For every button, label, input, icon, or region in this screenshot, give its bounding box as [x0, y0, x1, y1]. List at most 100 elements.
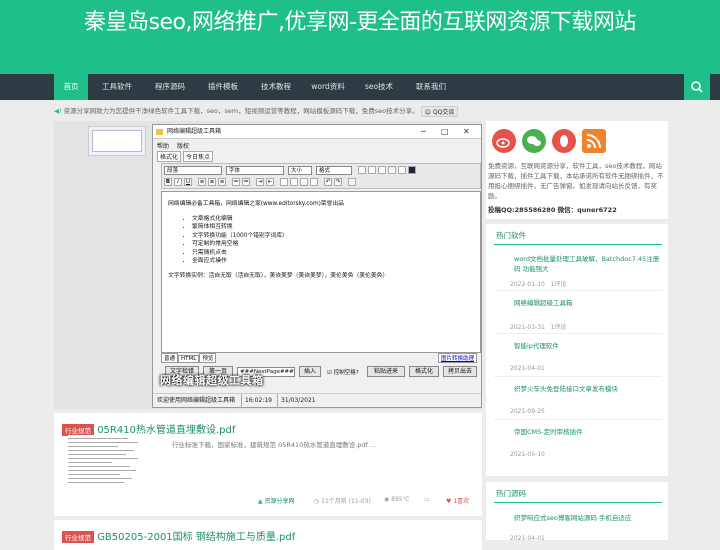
window-tabs: 格式化 今日焦点	[157, 151, 215, 162]
toolbar-icon	[388, 166, 396, 174]
insert-button: 插入	[299, 366, 321, 377]
notice-text: 资源分享网致力为您提供干净绿色软件工具下载，seo，sem，短视频运营等教程，网…	[63, 107, 419, 115]
post-author[interactable]: ▲ 资源分享网	[258, 496, 295, 505]
nav-word[interactable]: word资料	[304, 74, 352, 100]
wechat-icon[interactable]	[522, 129, 546, 153]
mode-html: HTML	[178, 355, 200, 363]
hot-software-link[interactable]: 织梦火车头免登陆接口文章发布模块	[514, 383, 618, 393]
editor-list-item: 只需随机点击	[192, 249, 474, 258]
hot-source-date: 2021-04-01	[510, 535, 545, 542]
nav-tools[interactable]: 工具软件	[92, 74, 142, 100]
format-select: 格式	[316, 166, 352, 175]
hot-software-date: 2021-04-01	[510, 365, 545, 372]
toolbar-icon	[300, 178, 308, 186]
nav-source[interactable]: 程序源码	[145, 74, 195, 100]
paragraph-select: 段落	[164, 166, 222, 175]
post-card: 行业规范 GB50205-2001国标 钢结构施工与质量.pdf	[54, 520, 482, 550]
site-title[interactable]: 秦皇岛seo,网络推广,优享网-更全面的互联网资源下载网站	[40, 10, 680, 36]
mode-preview: 预览	[199, 353, 217, 363]
hot-source-link[interactable]: 织梦响应式seo博客网站源码 手机自适应	[514, 512, 631, 522]
editor-list-item: 文章格式化编辑	[192, 215, 474, 224]
toolbar-icon	[358, 166, 366, 174]
nav-plugins[interactable]: 插件模板	[198, 74, 248, 100]
hot-software-date-text: 2022-01-10	[510, 281, 545, 288]
post-thumbnail[interactable]	[68, 435, 142, 495]
toolbar-icon	[290, 178, 298, 186]
post-title-text[interactable]: GB50205-2001国标 钢结构施工与质量.pdf	[97, 532, 295, 543]
align-icon: ≡	[218, 178, 226, 186]
editor-list-item: 文字转换功能（1000个错别字词库）	[192, 232, 474, 241]
post-card: 行业规范 05R410热水管道直埋敷设.pdf 行业标准下载，国家标准，建筑规范…	[54, 413, 482, 516]
window-title: 网络编辑超级工具箱	[167, 128, 222, 135]
qq-chat-button[interactable]: ☺ QQ交谈	[420, 105, 459, 117]
hot-software-date: 2022-01-10 1评论	[510, 279, 566, 288]
sidebar-hot-source: 热门源码 织梦响应式seo博客网站源码 手机自适应 2021-04-01	[486, 482, 668, 542]
editor-list-item: 可定制的常用空格	[192, 240, 474, 249]
post-title[interactable]: 行业规范 GB50205-2001国标 钢结构施工与质量.pdf	[62, 528, 295, 543]
menu-copyright: 版权	[177, 143, 190, 150]
outdent-icon: ⇤	[266, 178, 274, 186]
qq-chat-label: QQ交谈	[432, 108, 455, 116]
item-separator	[494, 290, 662, 291]
nav-tutorials[interactable]: 技术教程	[251, 74, 301, 100]
nav-contact[interactable]: 联系我们	[406, 74, 456, 100]
rss-icon[interactable]	[582, 129, 606, 153]
about-text: 免费资源，互联网资源分享，软件工具，seo技术教程，网站源码下载，插件工具下载，…	[488, 162, 664, 200]
post-date: ◷ 11个月前 (11-03)	[314, 496, 371, 505]
hot-software-comments: 1评论	[550, 281, 567, 288]
weibo-icon[interactable]	[492, 129, 516, 153]
comment-icon: ▭	[424, 496, 430, 503]
hot-software-link[interactable]: 帝国CMS-定时审核插件	[514, 426, 583, 436]
hot-software-link[interactable]: word文档批量处理工具破解，Batchdoc7.45注册码 功能强大	[514, 254, 664, 274]
heart-icon: ♥	[446, 498, 452, 505]
item-separator	[494, 376, 662, 377]
post-views-text: 895℃	[391, 496, 410, 503]
post-likes[interactable]: ♥ 1喜欢	[446, 496, 469, 505]
maximize-icon: □	[441, 127, 449, 136]
clock-icon: ◷	[314, 498, 320, 505]
eye-icon: ◉	[384, 496, 390, 503]
editor-footer-text: 文字转换实例：活自无取（活自无取），美诙美梦（美诙美梦），美伦美奂（美伦美奂）	[168, 272, 389, 279]
minimize-icon: ─	[421, 127, 426, 136]
toolbar-icon	[280, 178, 288, 186]
status-time: 16:02:19	[241, 394, 272, 408]
list-icon: ≔	[242, 178, 250, 186]
indent-icon: ⇥	[256, 178, 264, 186]
sidebar-about: 免费资源，互联网资源分享，软件工具，seo技术教程，网站源码下载，插件工具下载，…	[486, 121, 668, 219]
window-titlebar: 网络编辑超级工具箱 ─ □ ✕	[153, 125, 481, 139]
qq-icon[interactable]	[552, 129, 576, 153]
italic-icon: I	[174, 178, 182, 186]
contact-info: 投稿QQ:285586280 微信：quner6722	[488, 206, 617, 214]
toolbar-icon	[348, 178, 356, 186]
editor-toolbar: 段落 字体 大小 格式 B I U ≡ ≡ ≡ ≔ ≔ ⇥ ⇤ ↶ ↷	[161, 163, 481, 189]
list-icon: ≔	[232, 178, 240, 186]
hot-software-link[interactable]: 智能ip代理软件	[514, 340, 559, 350]
post-comments: ▭	[424, 496, 430, 503]
align-icon: ≡	[198, 178, 206, 186]
toolbar-icon	[310, 178, 318, 186]
hot-software-link[interactable]: 网络编辑超级工具箱	[514, 297, 573, 307]
editor-mode-tabs: 普通 HTML 预览 图片转换助理	[161, 353, 481, 363]
post-views: ◉ 895℃	[384, 496, 409, 503]
slide-caption[interactable]: 网络编辑超级工具箱	[160, 372, 264, 388]
slide-thumbnail[interactable]	[88, 126, 146, 156]
toolbar-icon	[378, 166, 386, 174]
nav-home[interactable]: 首页	[54, 74, 88, 100]
format-button: 格式化	[409, 366, 439, 377]
image-helper-link: 图片转换助理	[437, 353, 477, 363]
window-menu: 帮助 版权	[157, 141, 197, 150]
search-button[interactable]	[684, 74, 710, 100]
category-badge[interactable]: 行业规范	[62, 531, 94, 543]
nav-seo[interactable]: seo技术	[356, 74, 402, 100]
menu-help: 帮助	[157, 143, 170, 150]
app-icon	[156, 129, 163, 135]
paste-in-button: 粘贴进来	[367, 366, 405, 377]
post-title[interactable]: 行业规范 05R410热水管道直埋敷设.pdf	[62, 421, 235, 436]
status-welcome: 欢迎使用网络编辑超级工具箱	[157, 397, 236, 404]
search-icon	[691, 81, 703, 93]
hot-software-date-text: 2021-03-31	[510, 324, 545, 331]
site-header: 秦皇岛seo,网络推广,优享网-更全面的互联网资源下载网站	[0, 0, 720, 74]
window-statusbar: 欢迎使用网络编辑超级工具箱 16:02:19 31/03/2021	[153, 393, 481, 408]
hot-software-date: 2021-05-10	[510, 451, 545, 458]
underline-icon: U	[184, 178, 192, 186]
